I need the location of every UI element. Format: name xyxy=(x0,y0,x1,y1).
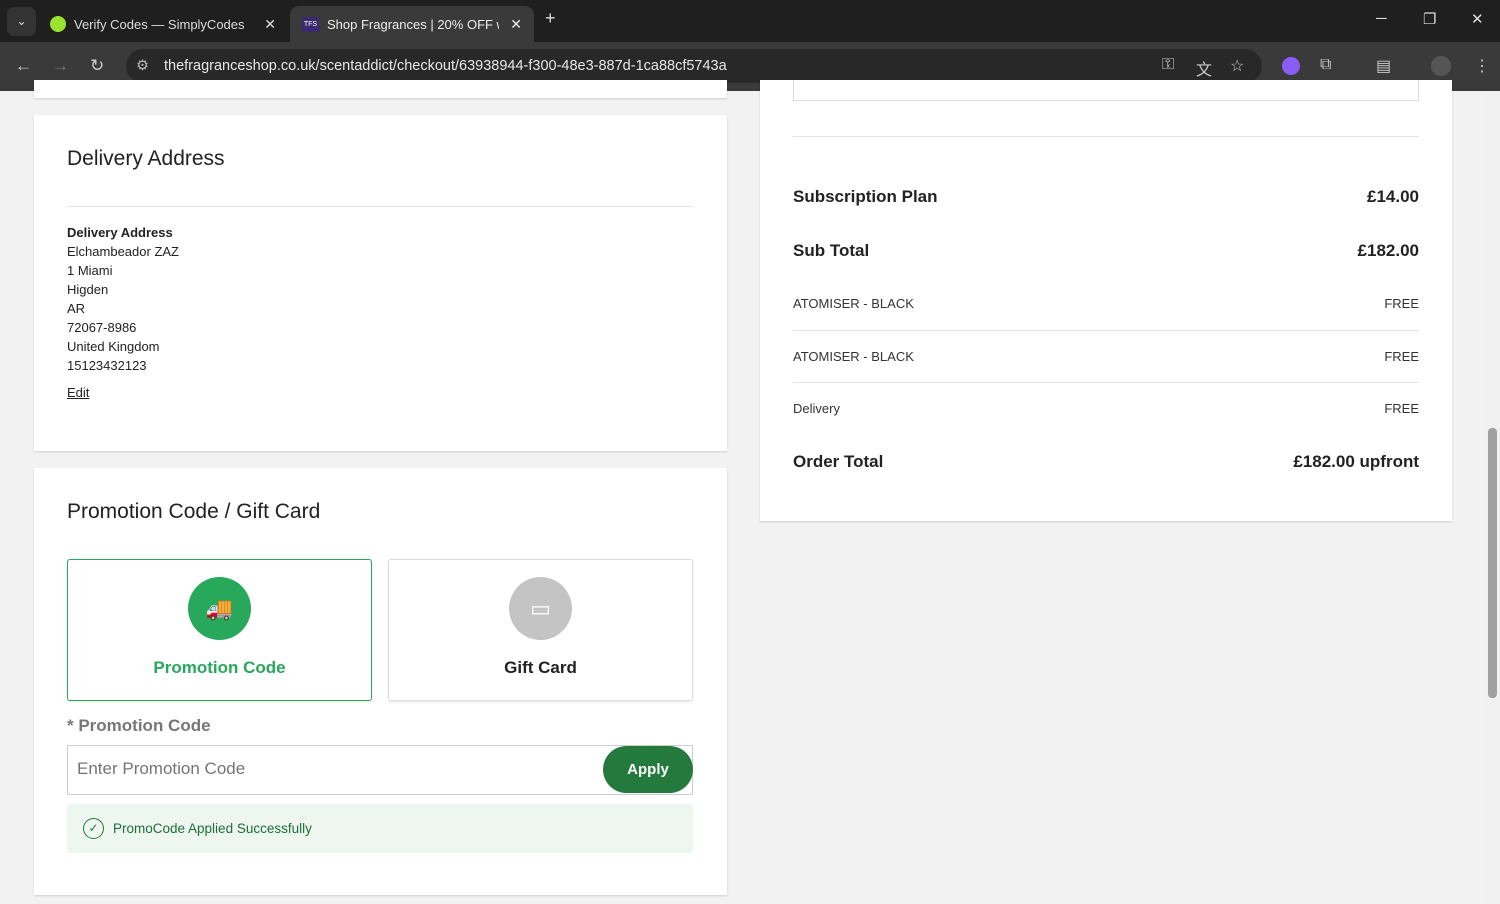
address-phone: 15123432123 xyxy=(67,358,147,373)
success-text: PromoCode Applied Successfully xyxy=(113,821,312,836)
previous-section-card xyxy=(34,80,727,98)
site-info-icon[interactable]: ⚙ xyxy=(136,49,149,83)
success-message: ✓ PromoCode Applied Successfully xyxy=(67,804,693,853)
side-panel-icon[interactable]: ▤ xyxy=(1376,56,1391,76)
address-label: Delivery Address xyxy=(67,225,173,240)
divider xyxy=(793,330,1419,331)
extensions-puzzle-icon[interactable]: ⧉ xyxy=(1320,56,1331,74)
section-title: Delivery Address xyxy=(67,147,225,170)
summary-top-box xyxy=(793,80,1419,101)
forward-icon[interactable]: → xyxy=(52,56,69,76)
tab-search-button[interactable]: ⌄ xyxy=(7,7,36,36)
url-text: thefragranceshop.co.uk/scentaddict/check… xyxy=(164,58,727,74)
tab-title: Verify Codes — SimplyCodes xyxy=(74,16,245,32)
divider xyxy=(67,206,693,207)
address-country: United Kingdom xyxy=(67,339,160,354)
delivery-address-card: Delivery Address Delivery Address Elcham… xyxy=(34,115,727,451)
profile-avatar[interactable] xyxy=(1431,56,1451,76)
bookmark-star-icon[interactable]: ☆ xyxy=(1230,56,1244,76)
promotion-code-field: Apply xyxy=(67,745,693,795)
new-tab-icon[interactable]: + xyxy=(545,8,556,29)
close-window-icon[interactable]: ✕ xyxy=(1471,10,1484,28)
restore-icon[interactable]: ❐ xyxy=(1423,10,1436,28)
close-tab-icon[interactable]: ✕ xyxy=(264,16,276,33)
apply-button[interactable]: Apply xyxy=(603,746,693,793)
address-state: AR xyxy=(67,301,86,316)
summary-row-order-total: Order Total £182.00 upfront xyxy=(793,452,1419,471)
summary-row-delivery: Delivery FREE xyxy=(793,401,1419,416)
tab-verify-codes[interactable]: Verify Codes — SimplyCodes ✕ xyxy=(38,6,288,42)
section-title: Promotion Code / Gift Card xyxy=(67,500,321,523)
order-summary-card: Subscription Plan £14.00 Sub Total £182.00… xyxy=(760,80,1452,521)
address-postcode: 72067-8986 xyxy=(67,320,137,335)
address-city: Higden xyxy=(67,282,109,297)
minimize-icon[interactable]: ─ xyxy=(1376,10,1387,27)
option-label: Promotion Code xyxy=(153,658,286,677)
address-line: 1 Miami xyxy=(67,263,113,278)
truck-icon: 🚚 xyxy=(188,577,251,640)
summary-row-atomiser: ATOMISER - BLACK FREE xyxy=(793,349,1419,364)
divider xyxy=(793,136,1419,137)
back-icon[interactable]: ← xyxy=(15,56,32,76)
option-label: Gift Card xyxy=(504,658,577,677)
promotion-code-input[interactable] xyxy=(68,746,588,792)
tfs-favicon-icon: TFS xyxy=(302,16,319,32)
gift-card-option[interactable]: ▭ Gift Card xyxy=(388,559,693,701)
promotion-code-option[interactable]: 🚚 Promotion Code xyxy=(67,559,372,701)
url-input[interactable]: ⚙ thefragranceshop.co.uk/scentaddict/chec… xyxy=(126,49,1262,83)
password-key-icon[interactable]: ⚿ xyxy=(1162,56,1174,74)
summary-row-subscription: Subscription Plan £14.00 xyxy=(793,187,1419,206)
archive-box-icon: ▭ xyxy=(509,577,572,640)
promotion-code-label: * Promotion Code xyxy=(67,716,211,735)
extension-icon[interactable] xyxy=(1282,57,1300,75)
summary-row-subtotal: Sub Total £182.00 xyxy=(793,241,1419,260)
address-name: Elchambeador ZAZ xyxy=(67,244,179,259)
check-circle-icon: ✓ xyxy=(83,818,104,839)
reload-icon[interactable]: ↻ xyxy=(90,56,104,76)
page-scrollbar[interactable] xyxy=(1485,91,1500,904)
tab-bar: ⌄ Verify Codes — SimplyCodes ✕ TFS Shop … xyxy=(0,0,1500,42)
scrollbar-thumb[interactable] xyxy=(1488,428,1497,698)
summary-row-atomiser: ATOMISER - BLACK FREE xyxy=(793,296,1419,311)
edit-address-link[interactable]: Edit xyxy=(67,383,179,402)
tab-title: Shop Fragrances | 20% OFF wit xyxy=(327,16,499,32)
menu-kebab-icon[interactable]: ⋮ xyxy=(1474,56,1490,76)
simplycodes-favicon-icon xyxy=(50,16,66,32)
translate-icon[interactable]: 文 xyxy=(1196,56,1212,80)
close-tab-icon[interactable]: ✕ xyxy=(510,16,522,33)
tab-shop-fragrances[interactable]: TFS Shop Fragrances | 20% OFF wit ✕ xyxy=(290,6,534,42)
divider xyxy=(793,382,1419,383)
promotion-card: Promotion Code / Gift Card 🚚 Promotion C… xyxy=(34,468,727,895)
